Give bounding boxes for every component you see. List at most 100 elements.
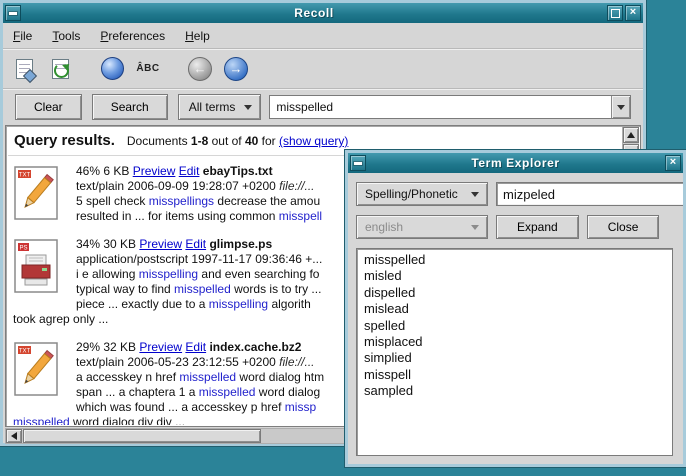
text-segment: a accesskey n href (76, 370, 179, 384)
previous-page-button[interactable]: ← (185, 54, 215, 84)
close-button[interactable]: × (665, 155, 681, 171)
close-button[interactable]: × (625, 5, 641, 21)
text-segment: i e allowing (76, 267, 139, 281)
text-segment: out of (208, 134, 245, 148)
term-explorer-window: Term Explorer × Spelling/Phonetic englis… (345, 150, 686, 467)
scroll-left-button[interactable] (6, 429, 22, 443)
search-button[interactable]: Search (92, 94, 168, 120)
term-list-item[interactable]: mislead (364, 301, 665, 317)
text-segment: word dialog (255, 385, 320, 399)
text-segment: algorith (268, 297, 311, 311)
link[interactable]: Edit (185, 237, 206, 251)
maximize-icon (611, 9, 620, 18)
text-segment: for (258, 134, 279, 148)
menubar: File Tools Preferences Help (3, 23, 643, 49)
text-segment: Documents (127, 134, 191, 148)
horizontal-scroll-thumb[interactable] (23, 429, 261, 443)
link[interactable]: Edit (185, 340, 206, 354)
menu-preferences[interactable]: Preferences (100, 29, 165, 43)
expand-button[interactable]: Expand (496, 215, 579, 239)
text-segment: 1-8 (191, 134, 208, 148)
window-menu-button[interactable] (5, 5, 21, 21)
svg-text:TXT: TXT (19, 349, 31, 355)
text-segment: 29% 32 KB (76, 340, 139, 354)
text-segment: text/plain 2006-05-23 23:12:55 +0200 (76, 355, 279, 369)
previous-page-icon: ← (188, 57, 212, 81)
link[interactable]: Preview (139, 237, 182, 251)
term-list-item[interactable]: misplaced (364, 334, 665, 350)
text-segment: 5 spell check (76, 194, 149, 208)
window-menu-icon (354, 162, 362, 165)
text-segment: application/postscript 1997-11-17 09:36:… (76, 252, 322, 266)
postscript-file-icon: PS (14, 239, 58, 293)
run-query-button[interactable] (97, 54, 127, 84)
term-list-item[interactable]: misspell (364, 367, 665, 383)
link[interactable]: (show query) (279, 134, 348, 148)
link[interactable]: Edit (179, 164, 200, 178)
language-combo[interactable]: english (356, 215, 488, 239)
main-titlebar[interactable]: Recoll × (3, 3, 643, 23)
term-explorer-titlebar[interactable]: Term Explorer × (348, 153, 683, 173)
text-segment: which was found ... a accesskey p href (76, 400, 285, 414)
text-segment: file://... (279, 179, 314, 193)
text-segment: words is to try ... (231, 282, 322, 296)
text-file-icon: TXT (14, 166, 58, 220)
menu-tools[interactable]: Tools (52, 29, 80, 43)
text-segment: word dialog div div ... (70, 415, 185, 425)
term-list-item[interactable]: dispelled (364, 285, 665, 301)
term-list-item[interactable]: sampled (364, 383, 665, 399)
update-index-button[interactable] (45, 54, 75, 84)
term-list-item[interactable]: misled (364, 268, 665, 284)
main-window-title: Recoll (23, 6, 605, 20)
text-segment: misspelled (179, 370, 236, 384)
text-segment: misspelling (139, 267, 198, 281)
close-icon: × (670, 157, 676, 168)
text-segment: 40 (245, 134, 258, 148)
text-segment: misspellings (149, 194, 214, 208)
match-mode-value: All terms (189, 100, 236, 114)
language-value: english (365, 220, 403, 234)
text-segment: misspelling (209, 297, 268, 311)
term-explorer-button[interactable]: ÂBC (133, 54, 163, 84)
term-list-item[interactable]: spelled (364, 318, 665, 334)
query-combo-dropdown[interactable] (611, 96, 630, 118)
results-title: Query results. (14, 132, 115, 149)
clear-button[interactable]: Clear (15, 94, 82, 120)
query-input[interactable] (270, 96, 611, 118)
maximize-button[interactable] (607, 5, 623, 21)
term-explorer-title: Term Explorer (368, 156, 663, 170)
next-page-icon: → (224, 57, 248, 81)
link[interactable]: Preview (139, 340, 182, 354)
search-bar: Clear Search All terms (3, 89, 643, 125)
link[interactable]: Preview (133, 164, 176, 178)
term-input[interactable] (496, 182, 683, 206)
chevron-down-icon (471, 192, 479, 197)
chevron-down-icon (471, 225, 479, 230)
expansion-mode-value: Spelling/Phonetic (365, 187, 458, 201)
text-segment: resulted in ... for items using common (76, 209, 279, 223)
text-segment: misspelled (13, 415, 70, 425)
term-list[interactable]: misspelledmisleddispelledmisleadspelledm… (356, 248, 673, 456)
text-segment: 46% 6 KB (76, 164, 133, 178)
next-page-button[interactable]: → (221, 54, 251, 84)
text-segment: span ... a chaptera 1 a (76, 385, 199, 399)
text-segment: file://... (279, 355, 314, 369)
menu-help[interactable]: Help (185, 29, 210, 43)
text-segment: missp (285, 400, 316, 414)
chevron-down-icon (617, 105, 625, 110)
term-explorer-body: Spelling/Phonetic english Expand Close m… (348, 173, 683, 464)
term-list-item[interactable]: simplied (364, 350, 665, 366)
expansion-mode-combo[interactable]: Spelling/Phonetic (356, 182, 488, 206)
svg-text:PS: PS (19, 246, 27, 252)
window-menu-button[interactable] (350, 155, 366, 171)
clear-search-button[interactable] (9, 54, 39, 84)
close-icon: × (630, 7, 636, 18)
menu-file[interactable]: File (13, 29, 32, 43)
text-segment: misspell (279, 209, 322, 223)
close-term-explorer-button[interactable]: Close (587, 215, 660, 239)
query-combo (269, 95, 631, 119)
text-segment: ebayTips.txt (203, 164, 273, 178)
match-mode-combo[interactable]: All terms (178, 94, 262, 120)
term-list-item[interactable]: misspelled (364, 252, 665, 268)
scroll-up-button[interactable] (623, 127, 639, 143)
